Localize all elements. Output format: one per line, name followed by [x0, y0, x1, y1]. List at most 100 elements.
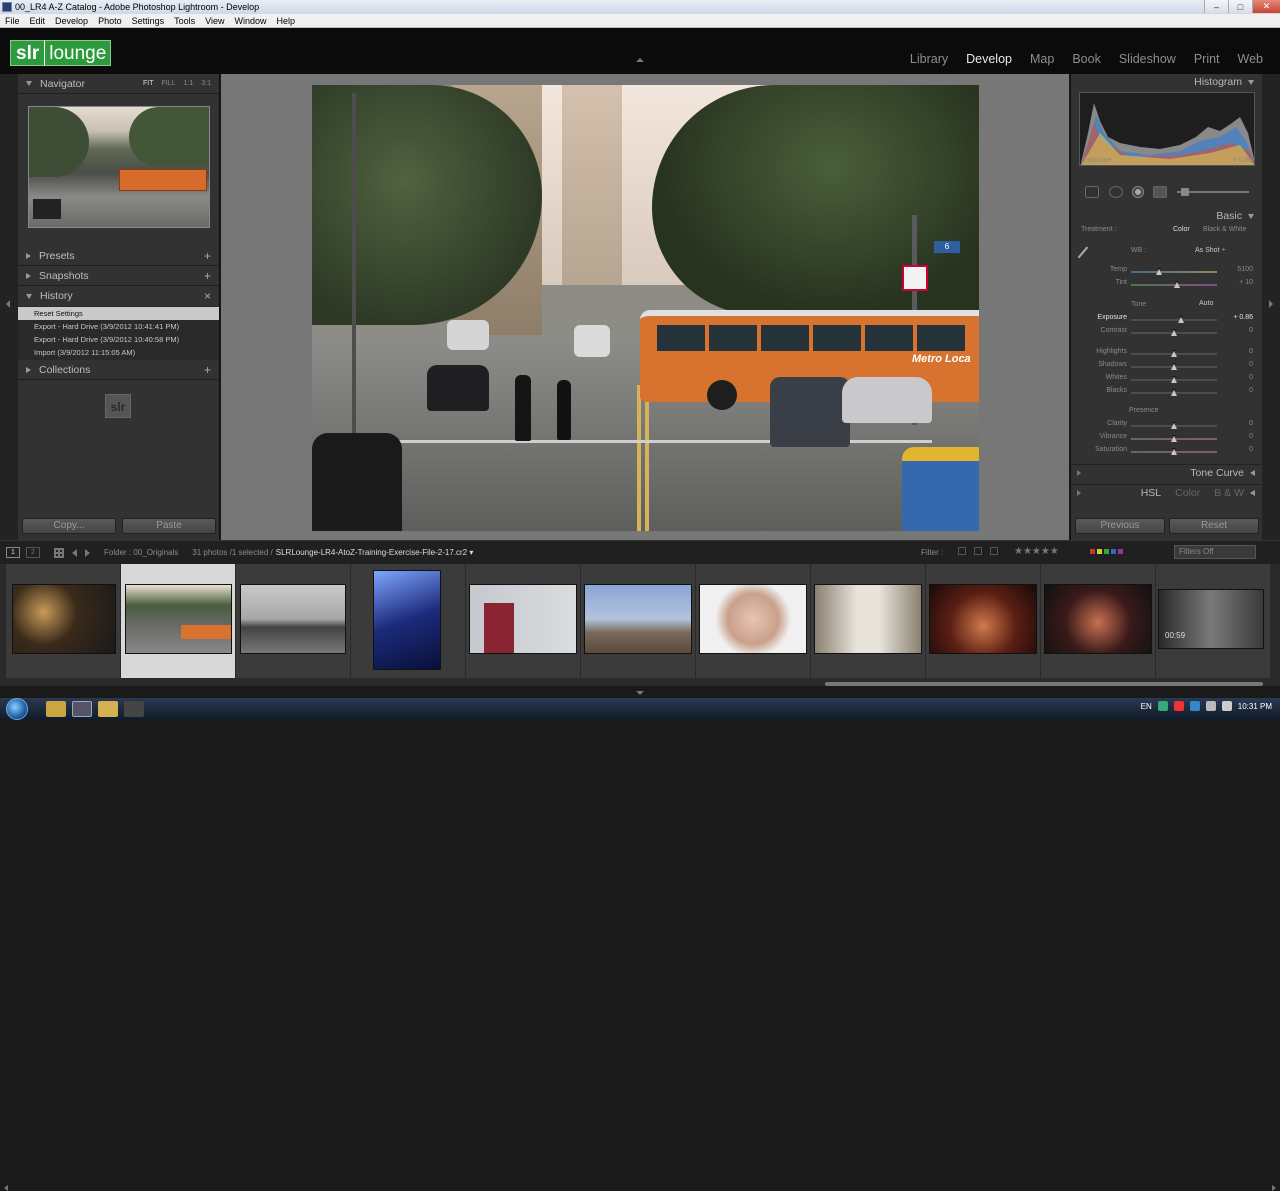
filmstrip-scroll-left-icon[interactable] [4, 1185, 8, 1191]
vibrance-slider-row[interactable]: Vibrance 0 [1075, 433, 1259, 445]
shadows-value[interactable]: 0 [1223, 361, 1253, 368]
exposure-track[interactable] [1131, 316, 1217, 323]
tint-track[interactable] [1131, 281, 1217, 288]
tone-curve-header[interactable]: Tone Curve [1071, 464, 1263, 480]
color-tab[interactable]: Color [1175, 487, 1200, 499]
filmstrip-thumbnail[interactable] [929, 584, 1037, 654]
contrast-track[interactable] [1131, 329, 1217, 336]
history-item[interactable]: Export - Hard Drive (3/9/2012 10:41:41 P… [18, 320, 219, 333]
highlights-thumb[interactable] [1171, 350, 1177, 357]
treatment-color-option[interactable]: Color [1173, 226, 1190, 233]
adjustment-brush-slider[interactable] [1177, 188, 1249, 196]
shadows-track[interactable] [1131, 363, 1217, 370]
tray-icon[interactable] [1157, 701, 1168, 711]
highlights-value[interactable]: 0 [1223, 348, 1253, 355]
filters-dropdown[interactable]: Filters Off [1174, 545, 1256, 559]
collapse-bottom-panel-icon[interactable] [636, 691, 644, 695]
whites-thumb[interactable] [1171, 376, 1177, 383]
exposure-slider-row[interactable]: Exposure + 0.86 [1075, 314, 1259, 326]
zoom-fill[interactable]: FILL [162, 80, 176, 87]
explorer-taskbar-icon[interactable] [46, 701, 66, 717]
module-web[interactable]: Web [1231, 52, 1270, 66]
filmstrip-cell[interactable] [811, 564, 926, 678]
flag-unflag-icon[interactable] [974, 547, 982, 555]
filmstrip-cell[interactable] [1041, 564, 1156, 678]
paste-button[interactable]: Paste [122, 518, 216, 534]
vibrance-track[interactable] [1131, 435, 1217, 442]
hsl-tab[interactable]: HSL [1141, 487, 1161, 499]
filmstrip-thumbnail[interactable] [240, 584, 346, 654]
filmstrip-cell[interactable]: 00:59 [1156, 564, 1271, 678]
add-preset-icon[interactable]: + [204, 249, 211, 263]
menu-view[interactable]: View [200, 16, 229, 26]
wb-dropdown[interactable]: As Shot ÷ [1195, 247, 1225, 254]
clear-history-icon[interactable]: × [204, 289, 211, 303]
back-arrow-icon[interactable] [72, 548, 77, 557]
filmstrip-thumbnail[interactable] [699, 584, 807, 654]
blacks-slider-row[interactable]: Blacks 0 [1075, 387, 1259, 399]
whites-value[interactable]: 0 [1223, 374, 1253, 381]
shadows-slider-row[interactable]: Shadows 0 [1075, 361, 1259, 373]
module-map[interactable]: Map [1023, 52, 1061, 66]
tray-icon[interactable] [1173, 701, 1184, 711]
volume-icon[interactable] [1221, 701, 1232, 711]
spot-removal-icon[interactable] [1109, 186, 1123, 198]
filmstrip-cell[interactable] [466, 564, 581, 678]
add-snapshot-icon[interactable]: + [204, 269, 211, 283]
secondary-window-button[interactable]: 2 [26, 547, 40, 558]
left-panel-edge[interactable] [0, 74, 18, 540]
reset-button[interactable]: Reset [1169, 518, 1259, 534]
blacks-thumb[interactable] [1171, 389, 1177, 396]
filmstrip-scroll-right-icon[interactable] [1272, 1185, 1276, 1191]
filmstrip-cell[interactable] [581, 564, 696, 678]
menu-file[interactable]: File [0, 16, 25, 26]
navigator-header[interactable]: Navigator FIT FILL 1:1 3:1 [18, 74, 219, 94]
module-print[interactable]: Print [1187, 52, 1227, 66]
menu-help[interactable]: Help [272, 16, 301, 26]
treatment-bw-option[interactable]: Black & White [1203, 226, 1247, 233]
clarity-value[interactable]: 0 [1223, 420, 1253, 427]
filmstrip-cell[interactable] [351, 564, 466, 678]
hsl-header[interactable]: HSL Color B & W [1071, 484, 1263, 500]
right-panel-edge[interactable] [1262, 74, 1280, 540]
clarity-thumb[interactable] [1171, 422, 1177, 429]
copy-button[interactable]: Copy... [22, 518, 116, 534]
zoom-1-1[interactable]: 1:1 [184, 80, 194, 87]
flag-reject-icon[interactable] [990, 547, 998, 555]
collapse-top-panel-icon[interactable] [636, 58, 644, 62]
red-eye-icon[interactable] [1133, 187, 1143, 197]
filmstrip-thumbnail[interactable] [814, 584, 922, 654]
filmstrip-thumbnail[interactable] [584, 584, 692, 654]
shadows-thumb[interactable] [1171, 363, 1177, 370]
contrast-thumb[interactable] [1171, 329, 1177, 336]
menu-photo[interactable]: Photo [93, 16, 127, 26]
filmstrip-thumbnail-selected[interactable] [125, 584, 232, 654]
maximize-button[interactable]: □ [1228, 0, 1252, 13]
histogram-header[interactable]: Histogram [1071, 74, 1262, 90]
main-photo[interactable]: 6 Metro Loca [312, 85, 979, 531]
menu-edit[interactable]: Edit [25, 16, 51, 26]
graduated-filter-icon[interactable] [1153, 186, 1167, 198]
filmstrip-thumbnail[interactable] [469, 584, 577, 654]
forward-arrow-icon[interactable] [85, 548, 90, 557]
bw-tab[interactable]: B & W [1214, 487, 1244, 499]
tray-icon[interactable] [1189, 701, 1200, 711]
module-library[interactable]: Library [903, 52, 955, 66]
module-slideshow[interactable]: Slideshow [1112, 52, 1183, 66]
yellow-label-icon[interactable] [1097, 549, 1102, 554]
close-button[interactable]: ✕ [1252, 0, 1280, 13]
app-taskbar-icon[interactable] [124, 701, 144, 717]
purple-label-icon[interactable] [1118, 549, 1123, 554]
tint-value[interactable]: + 10 [1223, 279, 1253, 286]
blue-label-icon[interactable] [1111, 549, 1116, 554]
whites-track[interactable] [1131, 376, 1217, 383]
whites-slider-row[interactable]: Whites 0 [1075, 374, 1259, 386]
temp-thumb[interactable] [1156, 268, 1162, 275]
zoom-3-1[interactable]: 3:1 [201, 80, 211, 87]
flag-pick-icon[interactable] [958, 547, 966, 555]
contrast-value[interactable]: 0 [1223, 327, 1253, 334]
filmstrip-video-thumbnail[interactable]: 00:59 [1158, 589, 1264, 649]
minimize-button[interactable]: – [1204, 0, 1228, 13]
history-item[interactable]: Export - Hard Drive (3/9/2012 10:40:58 P… [18, 333, 219, 346]
exposure-value[interactable]: + 0.86 [1223, 314, 1253, 321]
